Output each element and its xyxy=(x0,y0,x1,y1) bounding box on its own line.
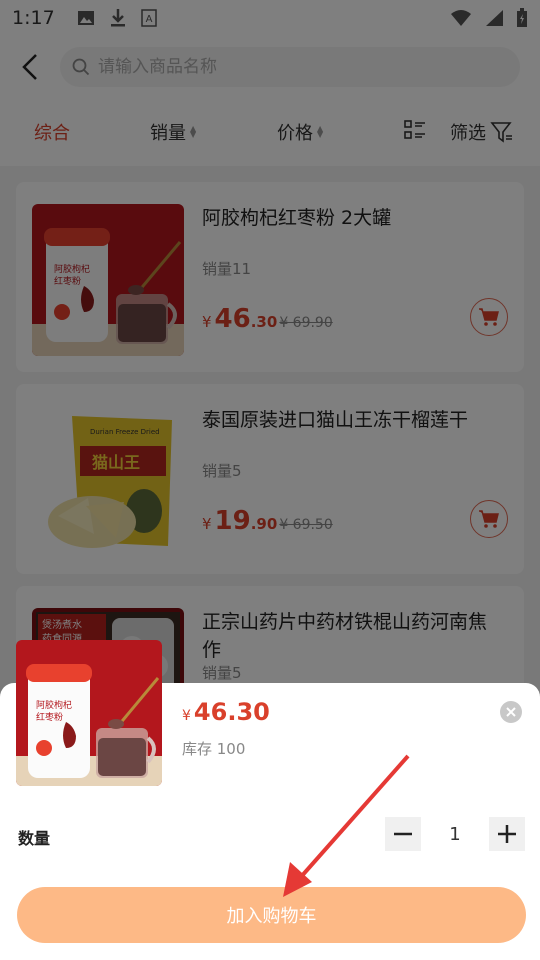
decrement-button[interactable] xyxy=(385,817,421,851)
close-button[interactable] xyxy=(500,701,522,723)
quantity-label: 数量 xyxy=(18,829,51,848)
sheet-product-image: 阿胶枸杞 红枣粉 xyxy=(16,640,162,786)
sheet-price-currency: ¥ xyxy=(182,708,191,724)
plus-icon xyxy=(498,825,516,843)
quantity-stepper: 1 xyxy=(385,817,525,851)
sheet-price-value: 46.30 xyxy=(193,698,270,726)
increment-button[interactable] xyxy=(489,817,525,851)
sheet-price: ¥ 46.30 xyxy=(182,698,270,726)
close-icon xyxy=(506,707,516,717)
add-to-cart-confirm-button[interactable]: 加入购物车 xyxy=(17,887,526,943)
quantity-value[interactable]: 1 xyxy=(421,824,489,845)
sheet-jar-label-line1: 阿胶枸杞 xyxy=(36,699,72,711)
minus-icon xyxy=(394,832,412,836)
sheet-stock: 库存 100 xyxy=(182,740,246,758)
sheet-jar-label-line2: 红枣粉 xyxy=(36,711,63,723)
